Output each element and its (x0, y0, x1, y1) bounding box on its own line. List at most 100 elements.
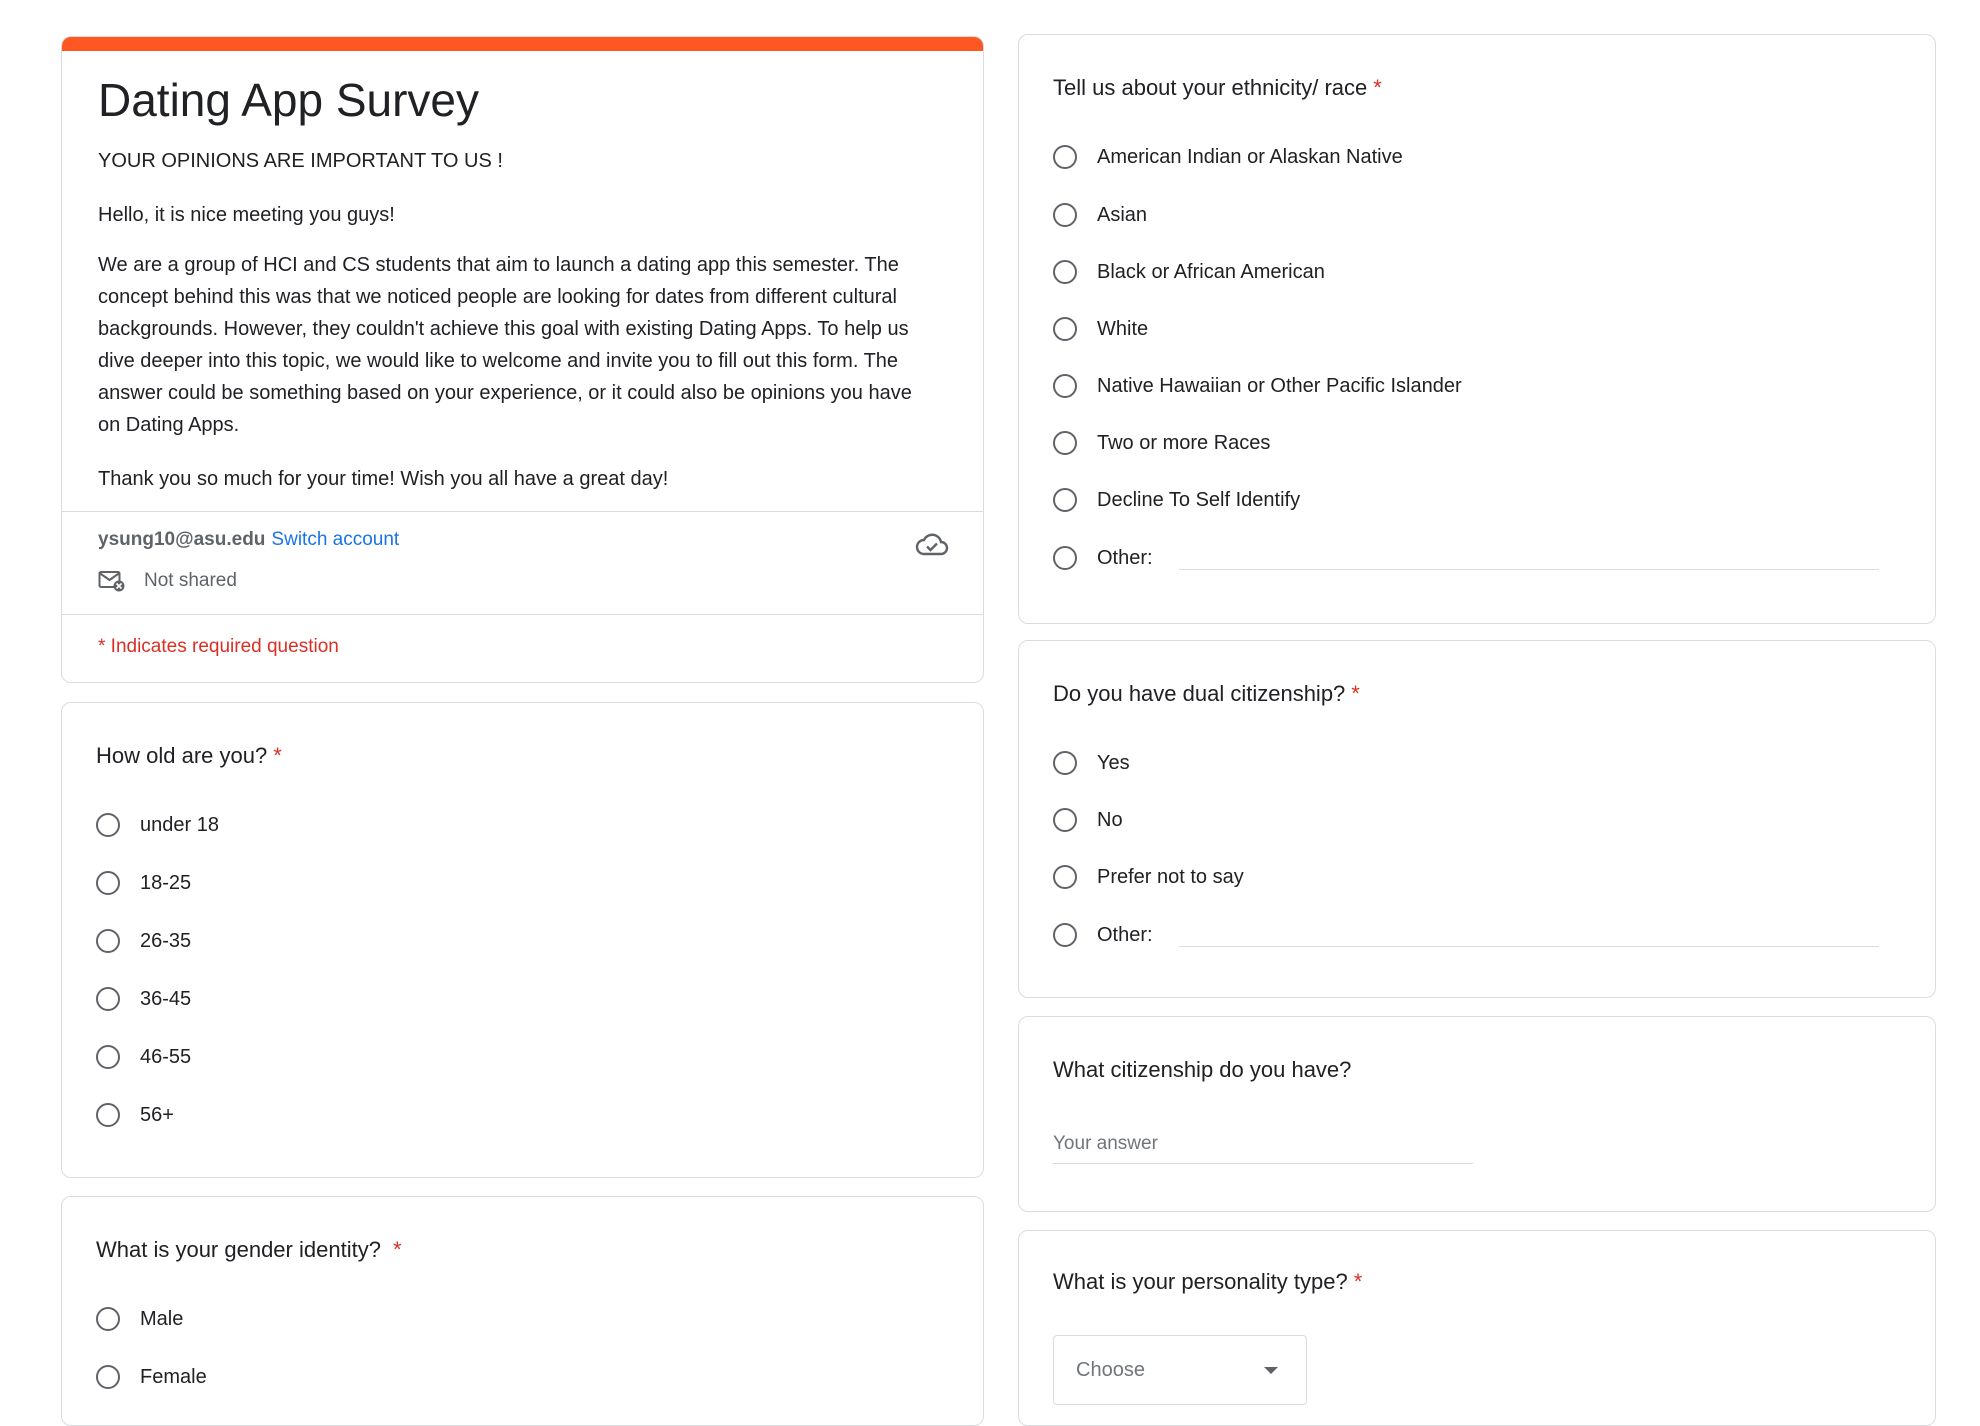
ethnicity-option-label: Two or more Races (1097, 431, 1271, 454)
radio-button[interactable] (96, 987, 120, 1011)
required-star: * (273, 743, 282, 768)
gender-option[interactable]: Male (96, 1299, 183, 1339)
dual-citizenship-option[interactable]: Yes (1053, 743, 1130, 783)
dual-citizenship-option[interactable]: Prefer not to say (1053, 857, 1244, 897)
personality-question-text: What is your personality type? (1053, 1269, 1348, 1294)
citizenship-question-card: What citizenship do you have? Your answe… (1018, 1016, 1936, 1212)
accent-bar (62, 37, 983, 51)
gender-question-card: What is your gender identity? * Male Fema… (61, 1196, 984, 1426)
required-star: * (1353, 1269, 1363, 1294)
radio-button[interactable] (1053, 317, 1077, 341)
required-star: * (1373, 75, 1382, 100)
radio-button[interactable] (96, 1103, 120, 1127)
switch-account-link[interactable]: Switch account (271, 529, 399, 550)
radio-button[interactable] (1053, 374, 1077, 398)
chevron-down-icon (1264, 1367, 1278, 1374)
age-option[interactable]: under 18 (96, 805, 219, 845)
ethnicity-option-label: White (1097, 317, 1149, 340)
age-question-card: How old are you? * under 18 18-25 26-35 3… (61, 702, 984, 1178)
age-option-label: 26-35 (140, 929, 192, 952)
ethnicity-option[interactable]: White (1053, 309, 1148, 349)
header-divider-2 (62, 614, 983, 615)
dual-citizenship-question-title: Do you have dual citizenship? * (1053, 681, 1360, 707)
radio-button[interactable] (1053, 431, 1077, 455)
ethnicity-question-title: Tell us about your ethnicity/ race * (1053, 75, 1382, 101)
age-option[interactable]: 26-35 (96, 921, 191, 961)
gender-option[interactable]: Female (96, 1357, 207, 1397)
radio-button[interactable] (1053, 260, 1077, 284)
ethnicity-option[interactable]: Native Hawaiian or Other Pacific Islande… (1053, 366, 1462, 406)
account-row: ysung10@asu.edu Switch account (98, 529, 399, 551)
radio-button[interactable] (96, 871, 120, 895)
radio-button[interactable] (1053, 865, 1077, 889)
radio-button[interactable] (1053, 145, 1077, 169)
form-thanks: Thank you so much for your time! Wish yo… (98, 468, 669, 490)
ethnicity-option-label: Native Hawaiian or Other Pacific Islande… (1097, 374, 1462, 397)
dual-citizenship-question-card: Do you have dual citizenship? * Yes No Pr… (1018, 640, 1936, 998)
radio-button[interactable] (1053, 923, 1077, 947)
radio-button[interactable] (96, 1045, 120, 1069)
cloud-saved-icon (915, 531, 949, 562)
form-title: Dating App Survey (98, 74, 480, 126)
dual-citizenship-option[interactable]: No (1053, 800, 1123, 840)
personality-select-value: Choose (1076, 1358, 1145, 1381)
age-option[interactable]: 46-55 (96, 1037, 191, 1077)
form-description: We are a group of HCI and CS students th… (98, 254, 912, 436)
radio-button[interactable] (96, 1307, 120, 1331)
ethnicity-option[interactable]: Decline To Self Identify (1053, 480, 1300, 520)
form-subtitle: YOUR OPINIONS ARE IMPORTANT TO US ! (98, 150, 503, 172)
not-shared-label: Not shared (144, 570, 237, 591)
age-option-label: 46-55 (140, 1045, 192, 1068)
radio-button[interactable] (96, 929, 120, 953)
age-option-label: under 18 (140, 813, 219, 836)
ethnicity-question-card: Tell us about your ethnicity/ race * Amer… (1018, 34, 1936, 624)
ethnicity-option[interactable]: Two or more Races (1053, 423, 1270, 463)
dual-citizenship-question-text: Do you have dual citizenship? (1053, 681, 1346, 706)
dual-citizenship-other-option[interactable]: Other: (1053, 915, 1153, 955)
form-greeting: Hello, it is nice meeting you guys! (98, 204, 395, 226)
age-option[interactable]: 36-45 (96, 979, 191, 1019)
dual-citizenship-other-input[interactable] (1179, 946, 1879, 947)
other-label: Other: (1097, 923, 1153, 946)
citizenship-question-title: What citizenship do you have? (1053, 1057, 1352, 1082)
dual-citizenship-option-label: Yes (1097, 751, 1130, 774)
age-option-label: 18-25 (140, 871, 192, 894)
age-option-label: 56+ (140, 1103, 174, 1126)
radio-button[interactable] (96, 1365, 120, 1389)
radio-button[interactable] (96, 813, 120, 837)
age-option[interactable]: 18-25 (96, 863, 191, 903)
required-star: * (1351, 681, 1360, 706)
ethnicity-other-input[interactable] (1179, 569, 1879, 570)
gender-option-label: Female (140, 1365, 207, 1388)
gender-option-label: Male (140, 1307, 184, 1330)
radio-button[interactable] (1053, 203, 1077, 227)
ethnicity-option-label: Asian (1097, 203, 1148, 226)
account-email: ysung10@asu.edu (98, 529, 266, 550)
ethnicity-option[interactable]: Black or African American (1053, 252, 1325, 292)
ethnicity-option[interactable]: American Indian or Alaskan Native (1053, 137, 1403, 177)
ethnicity-question-text: Tell us about your ethnicity/ race (1053, 75, 1368, 100)
form-header-card: Dating App Survey YOUR OPINIONS ARE IMPO… (61, 36, 984, 683)
radio-button[interactable] (1053, 488, 1077, 512)
header-divider (62, 511, 983, 512)
radio-button[interactable] (1053, 808, 1077, 832)
citizenship-answer-input[interactable]: Your answer (1053, 1133, 1473, 1164)
personality-question-title: What is your personality type? * (1053, 1269, 1362, 1295)
dual-citizenship-option-label: No (1097, 808, 1123, 831)
age-option-label: 36-45 (140, 987, 192, 1010)
gender-question-text: What is your gender identity? (96, 1237, 381, 1262)
age-question-text: How old are you? (96, 743, 268, 768)
ethnicity-option-label: Decline To Self Identify (1097, 488, 1301, 511)
personality-select[interactable]: Choose (1053, 1335, 1307, 1405)
ethnicity-option[interactable]: Asian (1053, 195, 1147, 235)
radio-button[interactable] (1053, 751, 1077, 775)
radio-button[interactable] (1053, 546, 1077, 570)
dual-citizenship-option-label: Prefer not to say (1097, 865, 1244, 888)
other-label: Other: (1097, 546, 1153, 569)
age-option[interactable]: 56+ (96, 1095, 174, 1135)
ethnicity-option-label: Black or African American (1097, 260, 1325, 283)
personality-question-card: What is your personality type? * Choose (1018, 1230, 1936, 1426)
mail-not-shared-icon (98, 569, 126, 593)
ethnicity-other-option[interactable]: Other: (1053, 538, 1153, 578)
not-shared-row: Not shared (98, 569, 237, 593)
